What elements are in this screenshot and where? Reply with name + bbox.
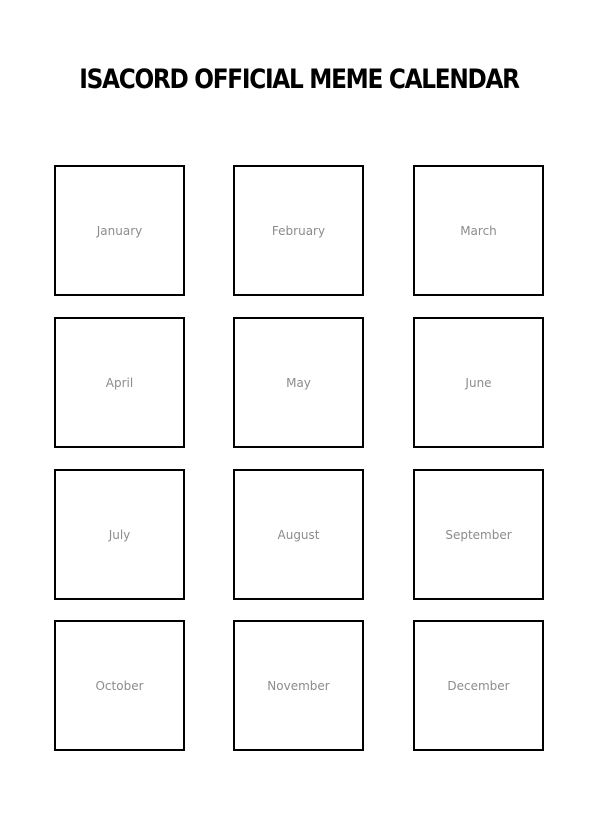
month-label: April <box>105 375 134 390</box>
month-box-august: August <box>233 469 364 600</box>
month-label: May <box>286 375 311 390</box>
month-label: June <box>465 375 492 390</box>
month-label: October <box>95 678 144 693</box>
month-label: February <box>271 223 326 238</box>
page-title: ISACORD OFFICIAL MEME CALENDAR <box>79 64 520 95</box>
month-box-june: June <box>413 317 544 448</box>
month-box-november: November <box>233 620 364 751</box>
month-box-july: July <box>54 469 185 600</box>
month-box-october: October <box>54 620 185 751</box>
month-box-february: February <box>233 165 364 296</box>
month-label: September <box>445 527 512 542</box>
month-label: July <box>108 527 131 542</box>
month-box-september: September <box>413 469 544 600</box>
month-box-april: April <box>54 317 185 448</box>
month-label: March <box>460 223 497 238</box>
month-box-december: December <box>413 620 544 751</box>
month-grid: January February March April May June Ju… <box>54 165 544 752</box>
month-label: November <box>267 678 330 693</box>
month-box-march: March <box>413 165 544 296</box>
month-box-january: January <box>54 165 185 296</box>
calendar-page: ISACORD OFFICIAL MEME CALENDAR January F… <box>0 0 598 819</box>
month-label: January <box>96 223 143 238</box>
month-label: August <box>277 527 320 542</box>
month-box-may: May <box>233 317 364 448</box>
month-label: December <box>447 678 510 693</box>
